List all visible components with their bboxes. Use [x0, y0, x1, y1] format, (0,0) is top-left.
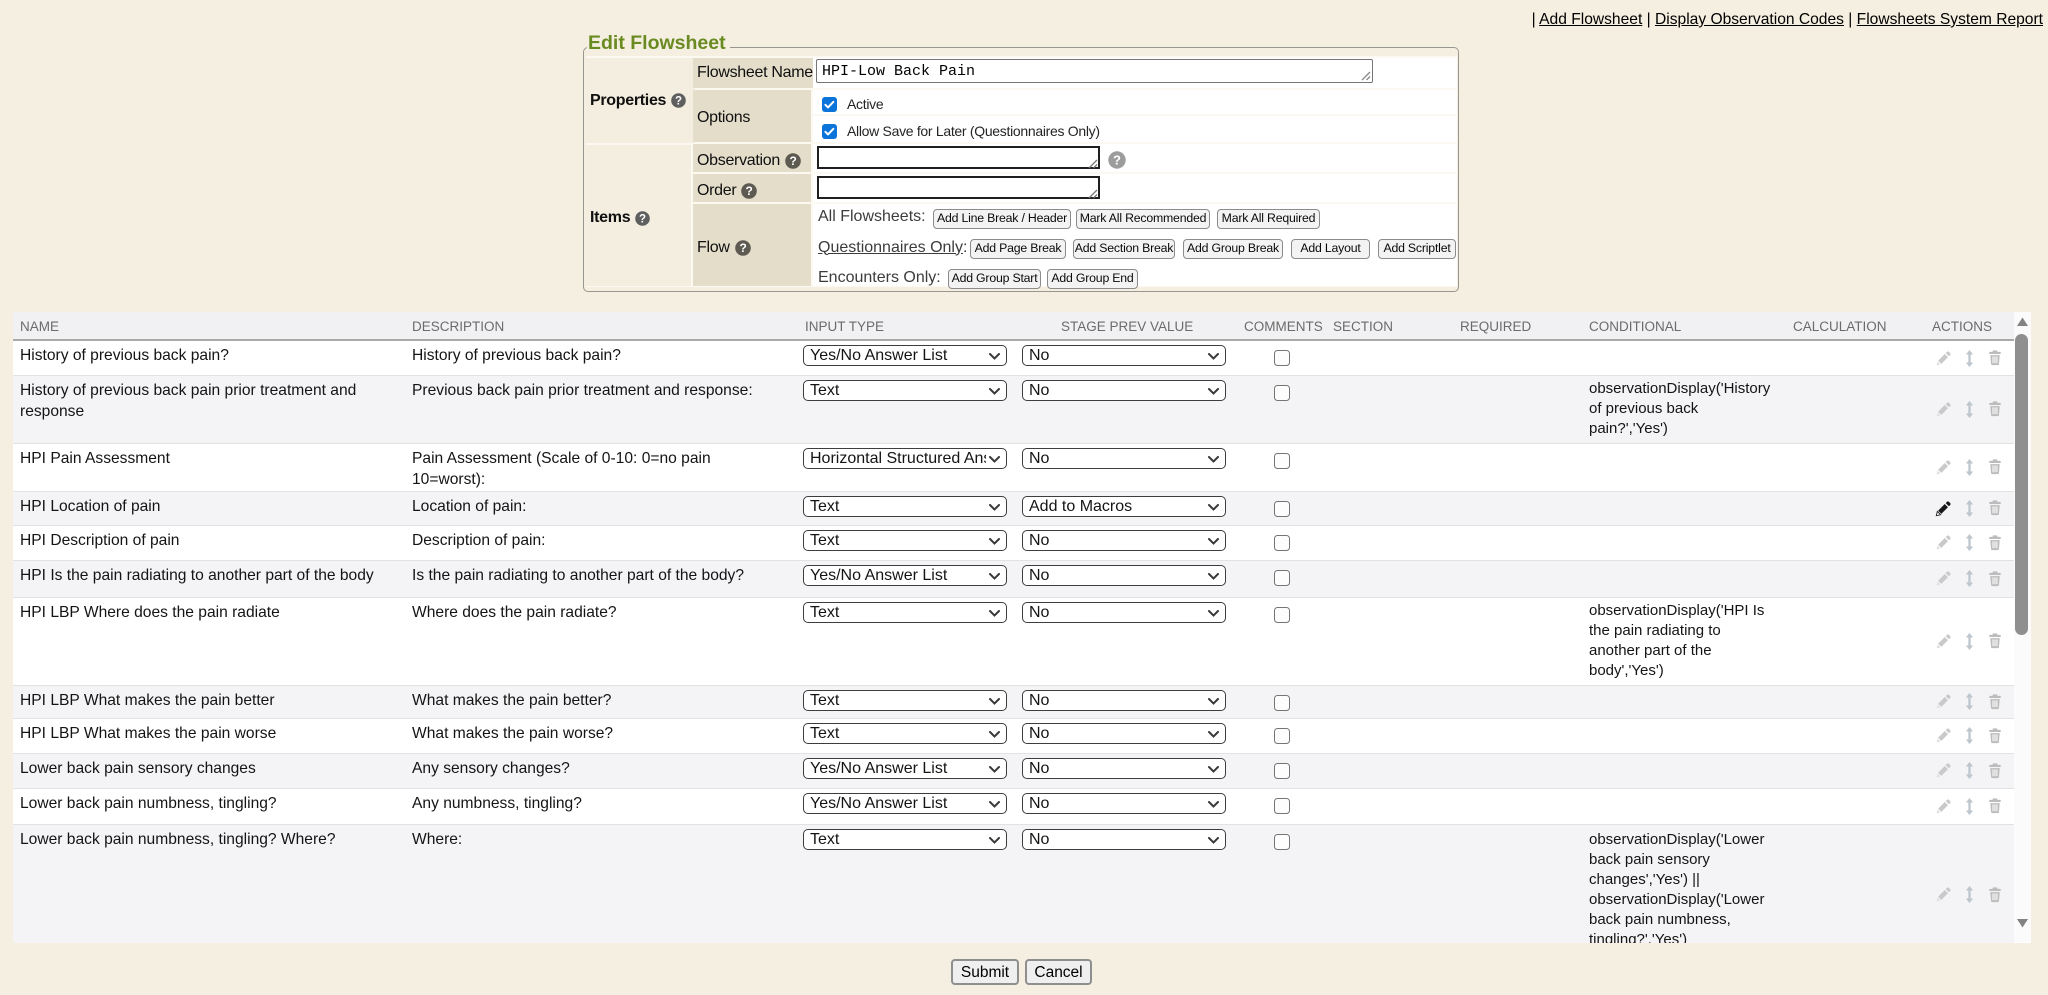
svg-text:?: ?	[675, 95, 682, 107]
svg-text:?: ?	[746, 184, 753, 198]
svg-text:?: ?	[639, 213, 646, 225]
svg-text:?: ?	[789, 154, 796, 168]
svg-text:?: ?	[1113, 152, 1121, 167]
svg-text:?: ?	[739, 241, 746, 255]
